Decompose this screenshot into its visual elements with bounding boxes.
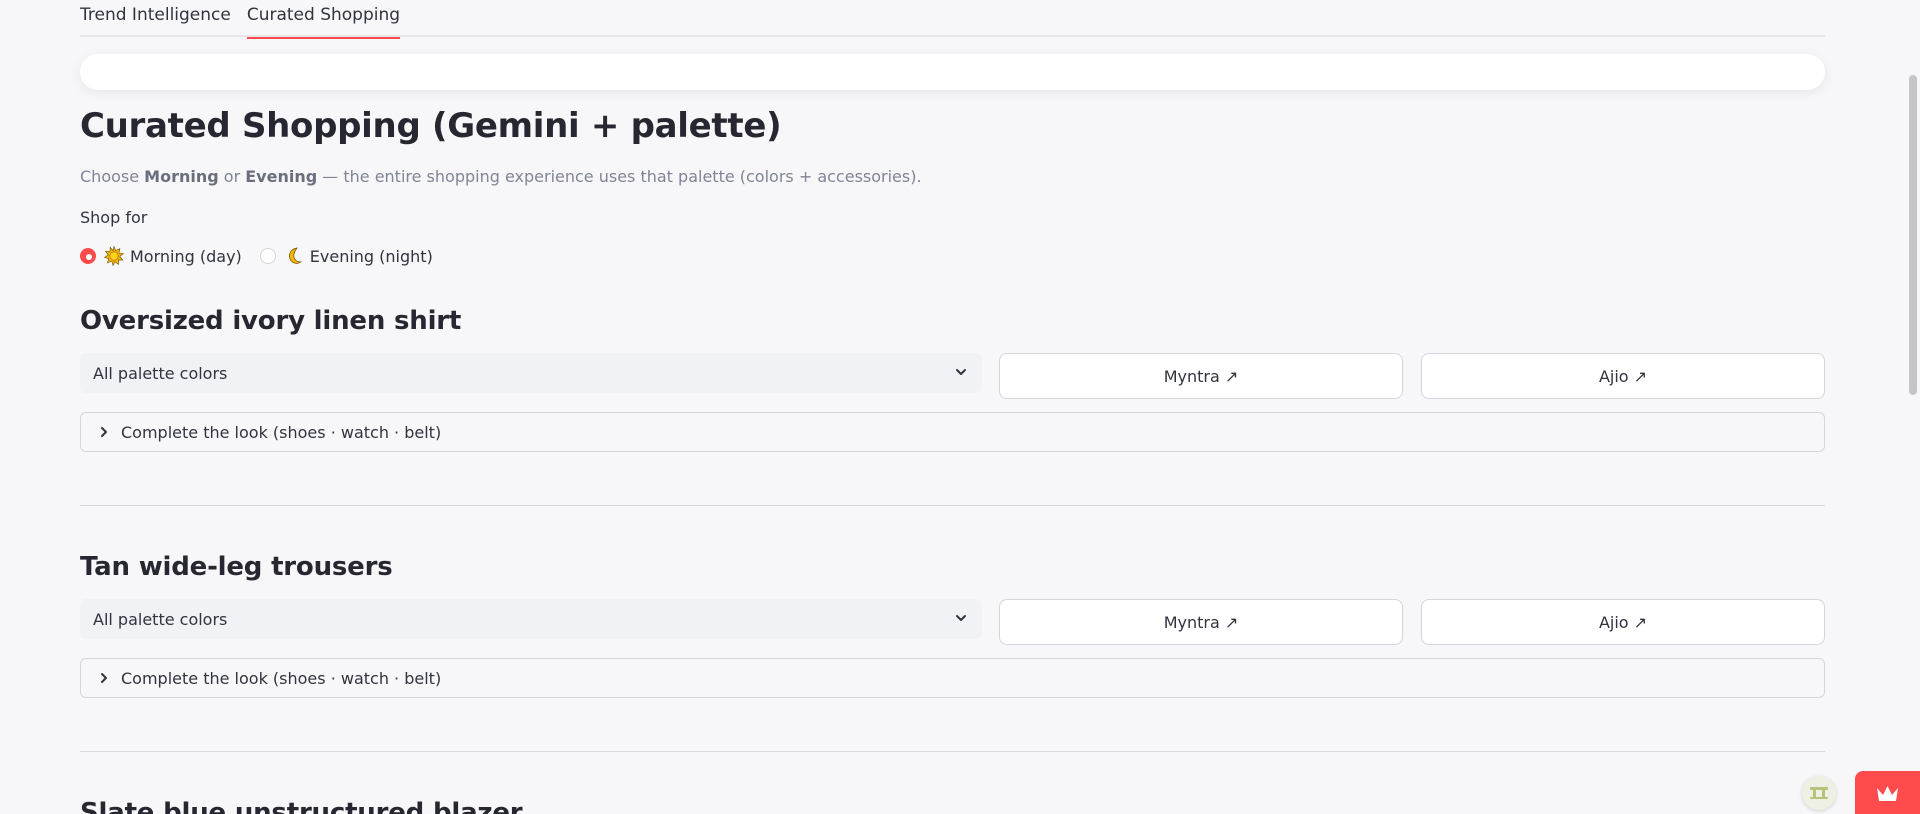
moon-icon [288, 247, 303, 264]
crown-icon [1877, 786, 1898, 801]
product-title: Slate blue unstructured blazer [80, 798, 523, 814]
product-title: Oversized ivory linen shirt [80, 306, 462, 336]
top-bar[interactable] [80, 54, 1825, 90]
product-section: Slate blue unstructured blazer [80, 798, 1825, 814]
subtitle-text: or [218, 167, 246, 186]
section-divider [80, 751, 1825, 752]
radio-morning-dot[interactable] [80, 248, 96, 264]
subtitle-evening: Evening [245, 167, 318, 186]
avatar-glyph-icon [1810, 787, 1828, 799]
radio-evening-dot[interactable] [259, 248, 276, 264]
sun-icon [104, 246, 124, 266]
tab-trend-intelligence[interactable]: Trend Intelligence [80, 0, 231, 37]
page-subtitle: Choose Morning or Evening — the entire s… [80, 167, 922, 186]
shop-for-label: Shop for [80, 208, 148, 227]
tab-curated-shopping[interactable]: Curated Shopping [246, 0, 401, 39]
color-select-value: All palette colors [93, 609, 228, 629]
radio-evening[interactable]: Evening (night) [259, 246, 433, 266]
product-section: Tan wide-leg trousers All palette colors… [80, 552, 1825, 698]
complete-look-expander[interactable]: Complete the look (shoes · watch · belt) [80, 412, 1825, 452]
page-title: Curated Shopping (Gemini + palette) [80, 106, 782, 146]
chevron-right-icon [101, 427, 107, 437]
tab-bar: Trend Intelligence Curated Shopping [80, 0, 1825, 39]
product-section: Oversized ivory linen shirt All palette … [80, 306, 1825, 452]
subtitle-text: Choose [80, 167, 145, 186]
subtitle-text: — the entire shopping experience uses th… [317, 167, 922, 186]
radio-morning[interactable]: Morning (day) [80, 246, 242, 266]
myntra-button[interactable]: Myntra ↗ [999, 599, 1403, 645]
main-content: Trend Intelligence Curated Shopping Cura… [80, 0, 1825, 814]
subtitle-morning: Morning [144, 167, 219, 186]
deploy-crown-button[interactable] [1855, 771, 1920, 814]
radio-evening-label: Evening (night) [309, 246, 433, 266]
color-select[interactable]: All palette colors [80, 353, 982, 393]
chevron-right-icon [101, 673, 107, 683]
chevron-down-icon [956, 369, 966, 375]
app-page: Trend Intelligence Curated Shopping Cura… [0, 0, 1920, 814]
assistant-avatar-icon[interactable] [1802, 776, 1836, 810]
chevron-down-icon [956, 615, 966, 621]
complete-look-expander[interactable]: Complete the look (shoes · watch · belt) [80, 658, 1825, 698]
product-title: Tan wide-leg trousers [80, 552, 393, 582]
shop-for-radio-group: Morning (day) Evening (night) [80, 246, 451, 266]
scrollbar[interactable] [1909, 75, 1917, 395]
section-divider [80, 505, 1825, 506]
ajio-button[interactable]: Ajio ↗ [1421, 599, 1825, 645]
ajio-button[interactable]: Ajio ↗ [1421, 353, 1825, 399]
color-select[interactable]: All palette colors [80, 599, 982, 639]
complete-look-label: Complete the look (shoes · watch · belt) [121, 422, 442, 442]
complete-look-label: Complete the look (shoes · watch · belt) [121, 668, 442, 688]
color-select-value: All palette colors [93, 363, 228, 383]
myntra-button[interactable]: Myntra ↗ [999, 353, 1403, 399]
radio-morning-label: Morning (day) [130, 246, 242, 266]
